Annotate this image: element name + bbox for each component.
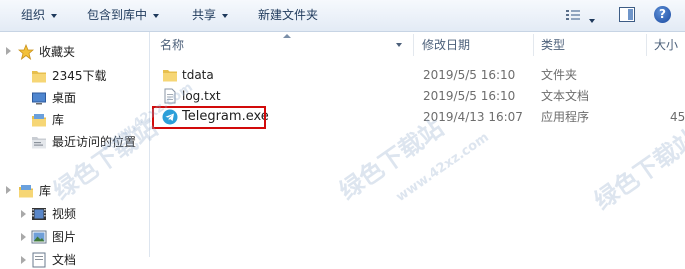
help-button[interactable]: ? xyxy=(654,6,671,23)
column-header-type-label: 类型 xyxy=(541,38,566,52)
include-in-library-label: 包含到库中 xyxy=(87,8,148,22)
file-row-log-txt[interactable]: log.txt 2019/5/5 16:10 文本文档 xyxy=(150,86,685,106)
column-separator[interactable] xyxy=(413,34,414,56)
column-header-size-label: 大小 xyxy=(654,38,679,52)
recent-places-icon xyxy=(32,137,46,149)
expand-arrow-icon[interactable] xyxy=(21,210,26,218)
file-row-tdata[interactable]: tdata 2019/5/5 16:10 文件夹 xyxy=(150,65,685,85)
column-header-type[interactable]: 类型 xyxy=(541,32,641,58)
library-icon xyxy=(19,185,33,198)
document-icon xyxy=(32,252,46,268)
expand-arrow-icon[interactable] xyxy=(21,256,26,264)
nav-item-label: 图片 xyxy=(52,230,77,244)
highlight-box xyxy=(152,106,266,129)
column-separator[interactable] xyxy=(646,34,647,56)
preview-pane-icon xyxy=(619,7,635,22)
column-separator[interactable] xyxy=(533,34,534,56)
file-type: 文件夹 xyxy=(541,68,578,82)
file-type: 文本文档 xyxy=(541,89,590,103)
expand-arrow-icon[interactable] xyxy=(6,186,11,194)
organize-button[interactable]: 组织 xyxy=(21,7,58,24)
organize-label: 组织 xyxy=(21,8,46,22)
share-button[interactable]: 共享 xyxy=(192,7,229,24)
chevron-down-icon xyxy=(51,13,58,18)
column-header-name[interactable]: 名称 xyxy=(160,32,410,58)
text-file-icon xyxy=(164,88,176,104)
change-view-button[interactable] xyxy=(566,9,580,24)
column-header-size[interactable]: 大小 xyxy=(654,32,685,58)
nav-item-label: 桌面 xyxy=(52,91,77,105)
library-icon xyxy=(32,114,46,127)
nav-item-label: 最近访问的位置 xyxy=(52,135,137,149)
file-size: 45 xyxy=(670,110,685,124)
share-label: 共享 xyxy=(192,8,217,22)
file-modified: 2019/5/5 16:10 xyxy=(423,68,516,82)
nav-favorites-label: 收藏夹 xyxy=(39,45,76,59)
chevron-down-icon xyxy=(222,13,229,18)
nav-item-label: 视频 xyxy=(52,207,77,221)
file-modified: 2019/5/5 16:10 xyxy=(423,89,516,103)
chevron-down-icon xyxy=(589,18,595,23)
chevron-down-icon[interactable] xyxy=(396,43,402,47)
nav-item-label: 库 xyxy=(52,113,65,127)
file-name: tdata xyxy=(182,68,214,82)
file-type: 应用程序 xyxy=(541,110,590,124)
view-options-dropdown[interactable] xyxy=(589,13,595,27)
file-modified: 2019/4/13 16:07 xyxy=(423,110,523,124)
column-header-name-label: 名称 xyxy=(160,38,185,52)
file-list: 名称 修改日期 类型 大小 tdata 2019/5/5 16:10 文件夹 l… xyxy=(150,32,685,257)
nav-libraries-label: 库 xyxy=(39,184,52,198)
new-folder-label: 新建文件夹 xyxy=(258,8,319,22)
picture-icon xyxy=(31,230,47,244)
desktop-icon xyxy=(32,92,46,105)
nav-item-label: 文档 xyxy=(52,253,77,267)
expand-arrow-icon[interactable] xyxy=(21,233,26,241)
command-bar: 组织 包含到库中 共享 新建文件夹 ? xyxy=(0,0,685,32)
column-header-modified-label: 修改日期 xyxy=(422,38,471,52)
folder-icon xyxy=(32,71,46,83)
include-in-library-button[interactable]: 包含到库中 xyxy=(87,7,160,24)
expand-arrow-icon[interactable] xyxy=(6,47,11,55)
nav-item-label: 2345下载 xyxy=(52,69,107,83)
file-name: log.txt xyxy=(182,89,221,103)
star-icon xyxy=(18,44,34,60)
new-folder-button[interactable]: 新建文件夹 xyxy=(258,7,318,24)
preview-pane-button[interactable] xyxy=(619,7,635,25)
view-details-icon xyxy=(566,10,580,20)
video-icon xyxy=(32,208,46,220)
column-header-modified[interactable]: 修改日期 xyxy=(422,32,530,58)
navigation-pane: 收藏夹 2345下载 桌面 库 最近访问的位置 库 视频 图片 文档 xyxy=(0,32,150,268)
folder-icon xyxy=(163,70,177,82)
chevron-down-icon xyxy=(153,13,160,18)
